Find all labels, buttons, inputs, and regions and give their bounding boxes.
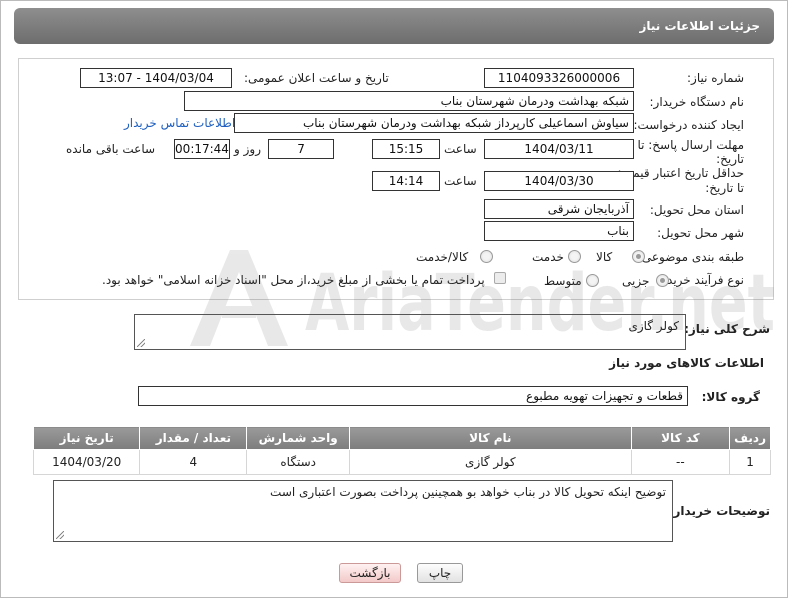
announce-datetime-field: 1404/03/04 - 13:07 [80,68,232,88]
buyer-org-label: نام دستگاه خریدار: [649,95,745,109]
buyer-notes-label: توضیحات خریدار: [668,504,770,518]
cell-need-date: 1404/03/20 [32,449,141,475]
category-radio-goods[interactable] [632,250,645,263]
category-radio-goods-service[interactable] [480,250,493,263]
resize-handle-icon[interactable] [137,339,145,347]
process-option-medium: متوسط [544,274,582,288]
back-button[interactable]: بازگشت [339,563,401,583]
announce-datetime-label: تاریخ و ساعت اعلان عمومی: [244,71,389,85]
buyer-org-field: شبکه بهداشت ودرمان شهرستان بناب [184,91,634,111]
process-option-minor: جزیی [622,274,650,288]
buyer-notes-textarea[interactable]: توضیح اینکه تحویل کالا در بناب خواهد بو … [53,480,673,542]
col-unit: واحد شمارش [246,426,351,450]
category-radio-service[interactable] [568,250,581,263]
price-validity-date-field: 1404/03/30 [484,171,634,191]
remaining-time-field: 00:17:44 [174,139,230,159]
reply-deadline-time-field: 15:15 [372,139,440,159]
need-number-label: شماره نیاز: [687,71,744,85]
description-textarea[interactable]: کولر گازی [134,314,686,350]
treasury-payment-note: پرداخت تمام یا بخشی از مبلغ خرید،از محل … [102,273,485,287]
delivery-city-label: شهر محل تحویل: [657,226,744,240]
cell-goods-name: کولر گازی [349,449,632,475]
remaining-time-label: ساعت باقی مانده [66,142,156,156]
remaining-days-label: روز و [234,142,261,156]
goods-group-label: گروه کالا: [701,390,760,404]
price-validity-label-1: حداقل تاریخ اعتبار قیمت: [617,166,744,180]
cell-quantity: 4 [139,449,248,475]
goods-group-field: قطعات و تجهیزات تهویه مطبوع [138,386,688,406]
treasury-payment-checkbox[interactable] [494,272,506,284]
page-title: جزئیات اطلاعات نیاز [639,19,760,33]
category-option-goods: کالا [596,250,613,264]
goods-table: ردیف کد کالا نام کالا واحد شمارش تعداد /… [32,426,771,475]
process-radio-medium[interactable] [586,274,599,287]
creator-field: سیاوش اسماعیلی کارپرداز شبکه بهداشت ودرم… [234,113,634,133]
table-row: 1 -- کولر گازی دستگاه 4 1404/03/20 [32,449,771,475]
col-goods-code: کد کالا [630,426,731,450]
creator-label: ایجاد کننده درخواست: [633,118,744,132]
cell-row-number: 1 [729,449,771,475]
buyer-contact-link[interactable]: اطلاعات تماس خریدار [124,116,235,130]
price-validity-time-field: 14:14 [372,171,440,191]
resize-handle-icon[interactable] [56,531,64,539]
description-text: کولر گازی [628,319,679,333]
process-radio-minor[interactable] [656,274,669,287]
goods-section-title: اطلاعات کالاهای مورد نیاز [609,356,764,370]
category-option-service: خدمت [532,250,564,264]
reply-deadline-label-2: تاریخ: [716,152,744,166]
delivery-province-field: آذربایجان شرقی [484,199,634,219]
reply-deadline-date-field: 1404/03/11 [484,139,634,159]
col-row-number: ردیف [729,426,771,450]
reply-deadline-time-label: ساعت [444,142,477,156]
page-header: جزئیات اطلاعات نیاز [14,8,774,44]
reply-deadline-label-1: مهلت ارسال پاسخ: تا [637,138,744,152]
cell-unit: دستگاه [246,449,351,475]
price-validity-label-2: تا تاریخ: [705,181,744,195]
remaining-days-field: 7 [268,139,334,159]
category-label: طبقه بندی موضوعی: [637,250,744,264]
cell-goods-code: -- [630,449,731,475]
description-label: شرح کلی نیاز: [684,322,770,336]
col-need-date: تاریخ نیاز [32,426,141,450]
delivery-city-field: بناب [484,221,634,241]
goods-table-header: ردیف کد کالا نام کالا واحد شمارش تعداد /… [32,426,771,450]
price-validity-time-label: ساعت [444,174,477,188]
category-option-goods-service: کالا/خدمت [416,250,469,264]
need-number-field: 1104093326000006 [484,68,634,88]
delivery-province-label: استان محل تحویل: [649,203,744,217]
col-goods-name: نام کالا [349,426,632,450]
col-quantity: تعداد / مقدار [139,426,248,450]
process-type-label: نوع فرآیند خرید : [659,273,744,287]
print-button[interactable]: چاپ [417,563,463,583]
buyer-notes-text: توضیح اینکه تحویل کالا در بناب خواهد بو … [270,485,666,499]
